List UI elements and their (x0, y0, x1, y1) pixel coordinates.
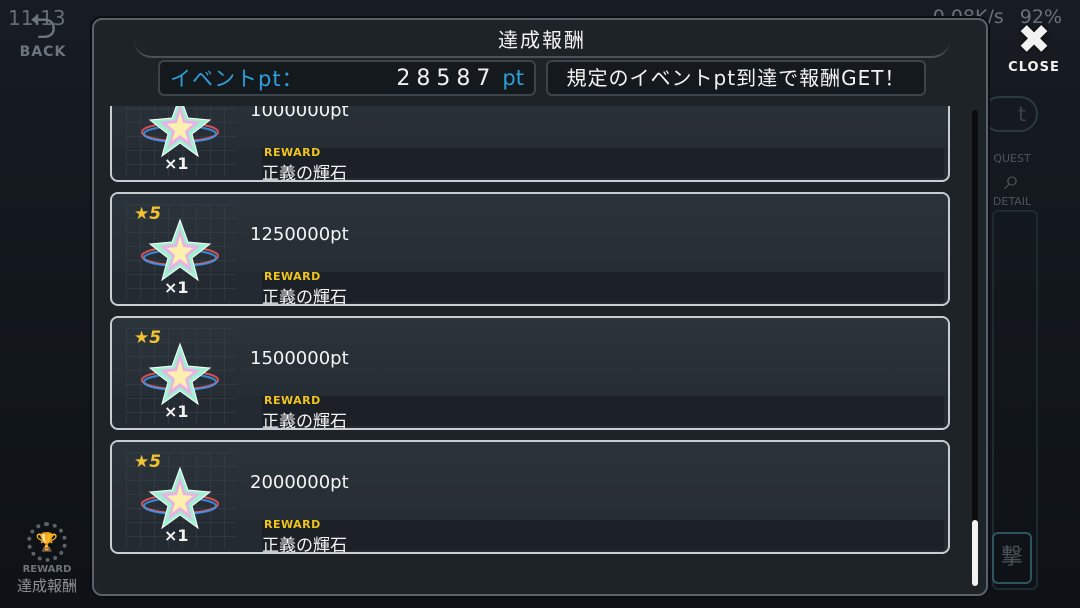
reward-card[interactable]: ★5 ×1 1500000pt REWARD 正義の輝石 (110, 316, 950, 430)
reward-item-name: 正義の輝石 (262, 536, 347, 554)
event-pt-label: イベントpt： (170, 67, 304, 91)
reward-item-name: 正義の輝石 (262, 412, 347, 430)
item-quantity: ×1 (164, 402, 189, 421)
required-points: 2000000pt (250, 472, 349, 493)
reward-tag: REWARD (264, 270, 321, 283)
required-points: 1250000pt (250, 224, 349, 245)
scrollbar[interactable] (972, 110, 978, 586)
reward-card[interactable]: ★5 ×1 2000000pt REWARD 正義の輝石 (110, 440, 950, 554)
required-points: 1500000pt (250, 348, 349, 369)
event-pt-box: イベントpt： 28587 pt (158, 60, 536, 96)
scroll-thumb[interactable] (972, 520, 978, 586)
close-button[interactable]: ✖ CLOSE (1002, 20, 1066, 76)
back-button[interactable]: ⮌ BACK (10, 10, 76, 70)
rainbow-star-icon (141, 466, 219, 530)
required-points: 1000000pt (250, 106, 349, 121)
background-action-button: 撃 (992, 532, 1032, 584)
modal-header: 達成報酬 (134, 22, 950, 58)
reward-list[interactable]: ★5 ×1 1000000pt REWARD 正義の輝石 ★5 ×1 12500… (110, 106, 958, 566)
reward-modal: 達成報酬 イベントpt： 28587 pt 規定のイベントpt到達で報酬GET！… (92, 18, 988, 596)
modal-title: 達成報酬 (498, 28, 586, 52)
quest-detail-button: QUEST ⌕ DETAIL (984, 152, 1040, 208)
back-label: BACK (19, 44, 67, 60)
reward-item-name: 正義の輝石 (262, 164, 347, 182)
reward-card[interactable]: ★5 ×1 1000000pt REWARD 正義の輝石 (110, 106, 950, 182)
event-pt-unit: pt (502, 65, 524, 90)
reward-tag: REWARD (264, 518, 321, 531)
reward-item-name: 正義の輝石 (262, 288, 347, 306)
reward-tag: REWARD (264, 394, 321, 407)
reward-card[interactable]: ★5 ×1 1250000pt REWARD 正義の輝石 (110, 192, 950, 306)
info-message: 規定のイベントpt到達で報酬GET！ (546, 60, 926, 96)
trophy-gear-icon: 🏆 (27, 522, 67, 562)
reward-nav-button[interactable]: 🏆 REWARD 達成報酬 (10, 522, 84, 602)
rarity-badge: ★5 (134, 328, 162, 348)
event-pt-value: 28587 (396, 65, 497, 91)
rarity-badge: ★5 (134, 452, 162, 472)
item-quantity: ×1 (164, 526, 189, 545)
item-quantity: ×1 (164, 278, 189, 297)
rainbow-star-icon (141, 342, 219, 406)
rainbow-star-icon (141, 218, 219, 282)
reward-tag: REWARD (264, 146, 321, 159)
quest-magnifier-icon: ⌕ (1004, 163, 1020, 196)
close-x-icon: ✖ (1017, 17, 1051, 63)
back-arrow-icon: ⮌ (29, 7, 57, 47)
close-label: CLOSE (1008, 60, 1060, 75)
background-pill: t (982, 96, 1038, 132)
rarity-badge: ★5 (134, 204, 162, 224)
item-quantity: ×1 (164, 154, 189, 173)
